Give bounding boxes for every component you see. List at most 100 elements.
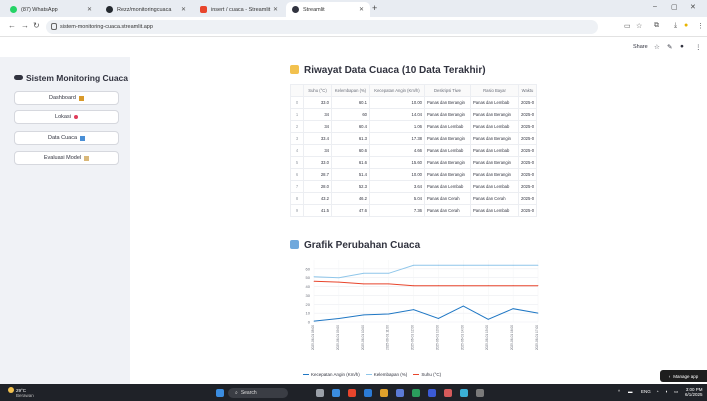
column-header[interactable] [290, 84, 304, 97]
close-icon[interactable]: ✕ [181, 6, 186, 13]
column-header[interactable]: Kelembapan (%) [331, 84, 370, 97]
table-row[interactable]: 3 33.4 61.3 17.38 Panas dan Berangin Panas da… [290, 132, 538, 145]
language-indicator[interactable]: ENG [641, 389, 651, 394]
table-row[interactable]: 6 28.7 51.4 10.00 Panas dan Berangin Panas da… [290, 168, 538, 181]
extensions-icon[interactable]: ⧉ [654, 22, 659, 30]
row-index: 4 [290, 144, 304, 157]
forward-icon[interactable]: → [21, 21, 29, 30]
table-row[interactable]: 8 43.2 46.2 5.04 Panas dan Cerah Panas dan Ce… [290, 192, 538, 205]
y-tick-label: 30 [306, 293, 311, 298]
reload-icon[interactable]: ↻ [33, 21, 40, 30]
minimize-icon[interactable]: – [653, 3, 657, 10]
file-explorer-icon[interactable] [380, 389, 388, 397]
tray-chevron-icon[interactable]: ^ [618, 389, 620, 394]
data-point [388, 283, 390, 285]
address-bar[interactable]: sistem-monitoring-cuaca.streamlit.app [46, 20, 598, 34]
table-cell: Panas dan Lembab [424, 120, 471, 133]
github-icon[interactable]: ● [680, 43, 684, 50]
sidebar-button-dashboard[interactable]: Dashboard [14, 91, 119, 105]
x-tick-label: 2025-06-01 08:00 [311, 325, 315, 350]
store-icon[interactable] [460, 389, 468, 397]
y-tick-label: 40 [306, 284, 311, 289]
site-info-icon[interactable] [51, 23, 57, 30]
close-icon[interactable]: ✕ [87, 6, 92, 13]
data-point [313, 276, 315, 278]
table-cell: Panas dan Cerah [424, 204, 471, 217]
column-header[interactable]: Rasio Bayar [470, 84, 519, 97]
taskbar-search[interactable]: ⌕ Search [228, 388, 288, 398]
table-row[interactable]: 4 34 60.6 4.66 Panas dan Lembab Panas dan Lem… [290, 144, 538, 157]
back-icon[interactable]: ← [8, 21, 16, 30]
table-cell: 2025-0 [517, 204, 538, 217]
url-text: sistem-monitoring-cuaca.streamlit.app [60, 24, 153, 30]
table-row[interactable]: 1 34 60 14.04 Panas dan Berangin Panas dan Be… [290, 108, 538, 121]
sidebar-button-data-cuaca[interactable]: Data Cuaca [14, 131, 119, 145]
sidebar-button-lokasi[interactable]: Lokasi [14, 110, 119, 124]
weather-widget[interactable]: 29°C Berawan [8, 387, 34, 398]
table-cell: Panas dan Lembab [470, 180, 519, 193]
tab-github[interactable]: Rezz/monitoringcuaca ✕ [100, 2, 192, 17]
table-cell: 33.0 [303, 156, 332, 169]
column-header[interactable]: Kecepatan Angin (Km/h) [369, 84, 425, 97]
edge-icon[interactable] [364, 389, 372, 397]
table-cell: 1.06 [369, 120, 425, 133]
app-icon[interactable] [476, 389, 484, 397]
vscode-icon[interactable] [428, 389, 436, 397]
close-icon[interactable]: ✕ [273, 6, 278, 13]
table-row[interactable]: 5 33.0 61.6 15.60 Panas dan Berangin Panas da… [290, 156, 538, 169]
download-icon[interactable]: ⤓ [674, 22, 677, 30]
widgets-icon[interactable] [332, 389, 340, 397]
excel-icon[interactable] [412, 389, 420, 397]
data-point [338, 281, 340, 283]
taskbar-clock[interactable]: 3:00 PM 6/1/2025 [685, 387, 703, 397]
weather-history-table[interactable]: Suhu (°C) Kelembapan (%) Kecepatan Angin… [290, 84, 538, 217]
volume-icon[interactable]: ◖ [665, 389, 668, 394]
star-icon[interactable]: ☆ [654, 43, 660, 51]
bookmark-star-icon[interactable]: ☆ [636, 22, 642, 30]
tab-streamlit-insert[interactable]: insert / cuaca - Streamlit ✕ [194, 2, 284, 17]
table-cell: Panas dan Berangin [470, 108, 519, 121]
new-tab-icon[interactable]: + [372, 3, 377, 13]
data-point [512, 264, 514, 266]
battery-icon[interactable]: ▭ [674, 389, 678, 395]
column-header[interactable]: Deskripsi Tiwe [424, 84, 471, 97]
sidebar: Sistem Monitoring Cuaca Dashboard Lokasi… [0, 57, 130, 384]
column-header[interactable]: Waktu [517, 84, 538, 97]
menu-icon[interactable]: ⋮ [697, 22, 704, 30]
window-close-icon[interactable]: ✕ [690, 3, 696, 11]
table-row[interactable]: 9 41.5 47.6 7.36 Panas dan Cerah Panas dan Le… [290, 204, 538, 217]
pin-icon [73, 115, 78, 119]
edit-icon[interactable]: ✎ [667, 43, 672, 51]
legend-item-temperature: Suhu (°C) [413, 372, 441, 377]
task-view-icon[interactable] [316, 389, 324, 397]
tray-app-icon[interactable]: ▬ [628, 389, 633, 394]
wifi-icon[interactable]: ◔ [656, 389, 659, 394]
maximize-icon[interactable]: ▢ [671, 3, 678, 11]
close-icon[interactable]: ✕ [359, 6, 364, 13]
table-row[interactable]: 7 28.0 52.3 3.64 Panas dan Lembab Panas dan L… [290, 180, 538, 193]
data-point [487, 285, 489, 287]
screen-icon[interactable]: ▭ [624, 22, 631, 30]
tab-label: insert / cuaca - Streamlit [211, 6, 271, 13]
app-icon[interactable] [444, 389, 452, 397]
table-cell: 15.60 [369, 156, 425, 169]
tab-whatsapp[interactable]: (87) WhatsApp ✕ [4, 2, 98, 17]
windows-start-icon[interactable] [216, 389, 224, 397]
table-cell: 60 [331, 108, 370, 121]
data-point [338, 318, 340, 319]
column-header[interactable]: Suhu (°C) [303, 84, 332, 97]
sidebar-button-evaluasi-model[interactable]: Evaluasi Model [14, 151, 119, 165]
share-button[interactable]: Share [633, 44, 648, 50]
manage-app-button[interactable]: ‹ Manage app [660, 370, 707, 382]
tab-streamlit[interactable]: Streamlit ✕ [286, 2, 370, 17]
table-row[interactable]: 2 34 60.4 1.06 Panas dan Lembab Panas dan Lem… [290, 120, 538, 133]
table-row[interactable]: 0 33.0 60.1 10.00 Panas dan Berangin Panas da… [290, 96, 538, 109]
table-cell: 60.1 [331, 96, 370, 109]
chrome-icon[interactable] [348, 389, 356, 397]
data-point [487, 318, 489, 320]
chart-section-title: Grafik Perubahan Cuaca [290, 240, 420, 251]
x-tick-label: 2025-06-01 17:00 [535, 325, 539, 350]
teams-icon[interactable] [396, 389, 404, 397]
profile-icon[interactable]: ● [684, 22, 688, 29]
app-menu-icon[interactable]: ⋮ [695, 43, 702, 51]
